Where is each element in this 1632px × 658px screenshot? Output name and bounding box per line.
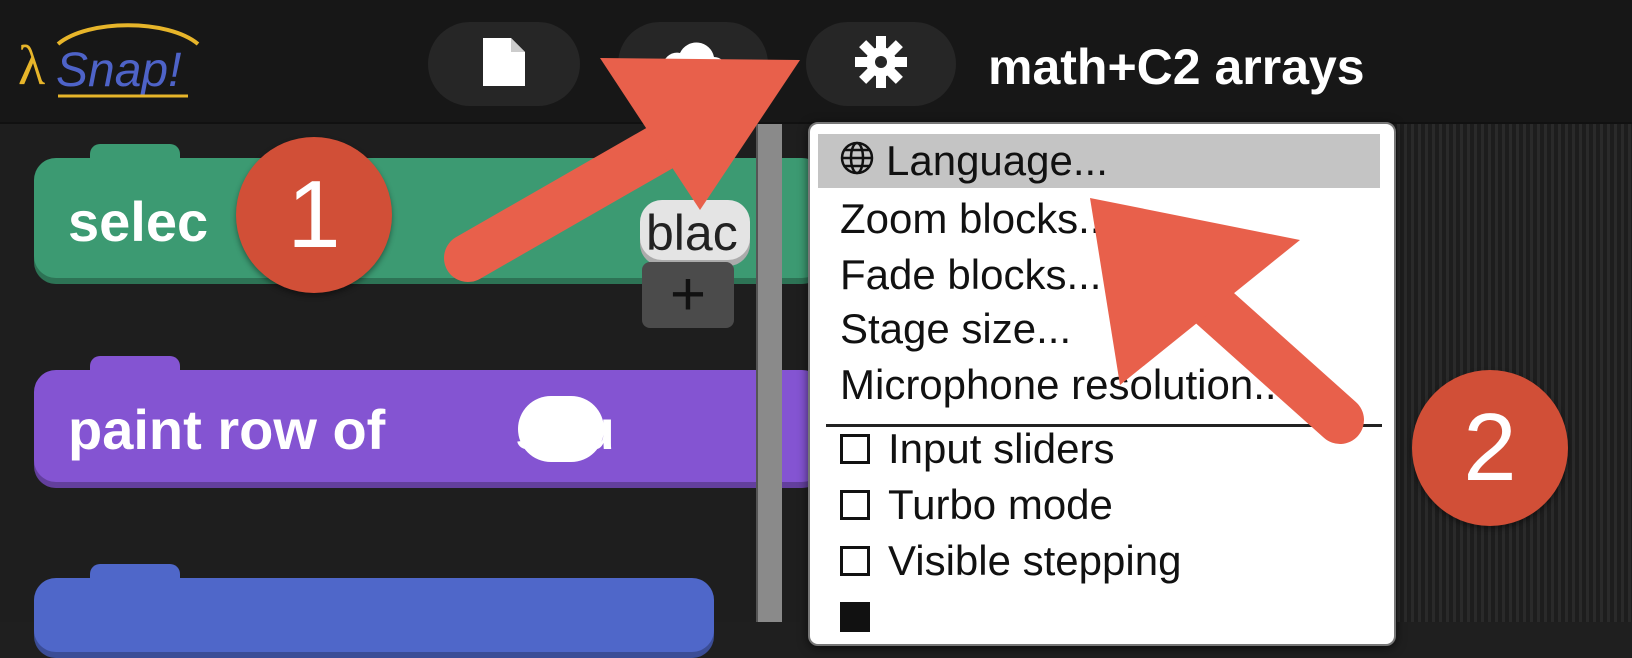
- arrow-1: [444, 58, 800, 282]
- annotation-layer: [444, 58, 1364, 444]
- arrow-2: [1090, 198, 1364, 444]
- callout-2: 2: [1412, 370, 1568, 526]
- callout-1: 1: [236, 137, 392, 293]
